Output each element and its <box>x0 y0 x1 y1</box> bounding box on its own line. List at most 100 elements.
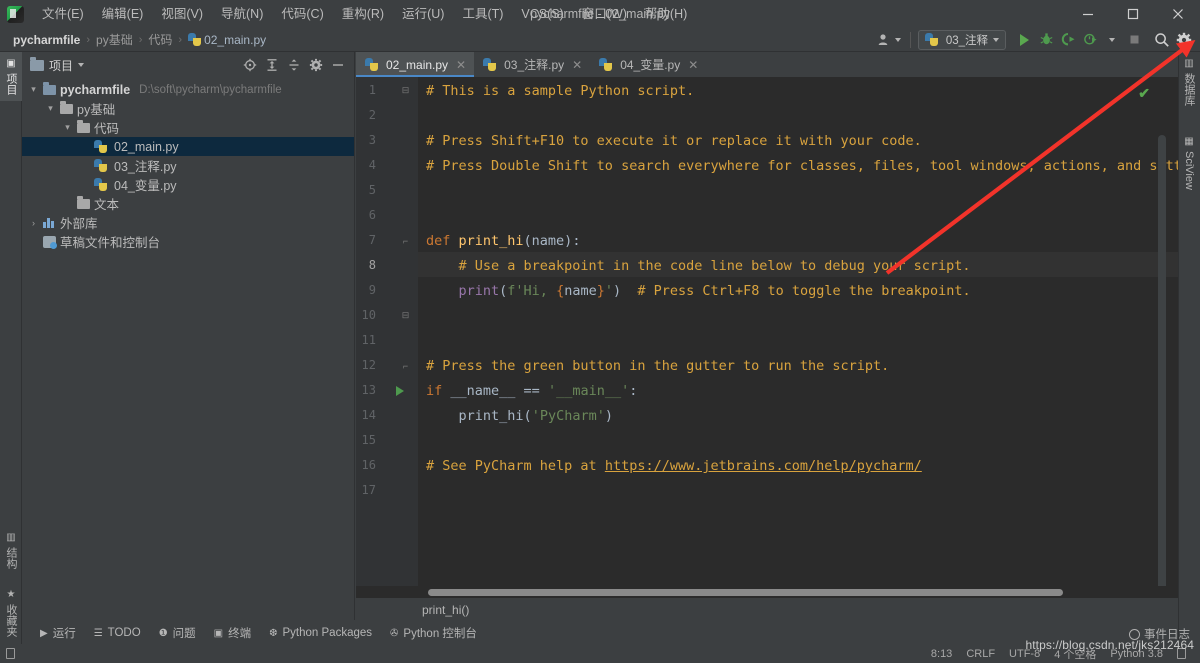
code-line[interactable]: # This is a sample Python script. <box>426 83 694 99</box>
menu-help[interactable]: 帮助(H) <box>636 3 696 25</box>
code-line[interactable]: # Use a breakpoint in the code line belo… <box>426 258 971 274</box>
menu-run[interactable]: 运行(U) <box>393 3 453 25</box>
inspection-status-icon[interactable]: ✔ <box>1138 85 1150 102</box>
tree-node-label: pycharmfile <box>60 83 130 97</box>
sidebar-item-project[interactable]: ▣ 项目 <box>0 52 22 101</box>
code-line[interactable]: print_hi('PyCharm') <box>426 408 613 424</box>
code-line[interactable]: # Press the green button in the gutter t… <box>426 358 889 374</box>
main-toolbar: pycharmfile › py基础 › 代码 › 02_main.py <box>0 28 1200 52</box>
fold-marker-icon[interactable]: ⊟ <box>400 85 411 96</box>
collapse-all-icon[interactable] <box>284 55 304 75</box>
python-interpreter[interactable]: Python 3.8 <box>1110 648 1163 660</box>
run-configuration-selector[interactable]: 03_注释 <box>918 30 1006 50</box>
editor-tab[interactable]: 02_main.py✕ <box>356 52 474 77</box>
breadcrumb-root[interactable]: pycharmfile <box>8 33 85 47</box>
breadcrumb-item-1[interactable]: 代码 <box>143 31 177 48</box>
code-editor[interactable]: 1234567891011121314151617 ⊟ ⌐ ⊟ ⌐ # This… <box>356 77 1178 597</box>
line-number: 8 <box>356 258 376 272</box>
bottom-tool-console[interactable]: ✇Python 控制台 <box>382 623 485 643</box>
editor-tab[interactable]: 03_注释.py✕ <box>474 52 590 77</box>
debug-button[interactable] <box>1036 30 1056 50</box>
lock-icon[interactable] <box>1177 648 1186 659</box>
settings-gear-icon[interactable] <box>1174 30 1194 50</box>
menu-refactor[interactable]: 重构(R) <box>333 3 393 25</box>
menu-navigate[interactable]: 导航(N) <box>212 3 272 25</box>
tree-node[interactable]: 文本 <box>22 194 354 213</box>
search-everywhere-icon[interactable] <box>1152 30 1172 50</box>
chevron-down-icon[interactable]: ▾ <box>28 84 39 95</box>
console-icon: ✇ <box>390 628 398 639</box>
expand-all-icon[interactable] <box>262 55 282 75</box>
menu-vcs[interactable]: VCS(S) <box>512 3 572 25</box>
tree-node[interactable]: ▾py基础 <box>22 99 354 118</box>
bottom-tool-packages[interactable]: ❆Python Packages <box>261 625 380 641</box>
code-line[interactable]: # See PyCharm help at https://www.jetbra… <box>426 458 922 474</box>
panel-settings-gear-icon[interactable] <box>306 55 326 75</box>
tree-node[interactable]: 02_main.py <box>22 137 354 156</box>
code-line[interactable]: def print_hi(name): <box>426 233 580 249</box>
bottom-tool-terminal[interactable]: ▣终端 <box>206 623 259 643</box>
file-encoding[interactable]: UTF-8 <box>1009 648 1040 660</box>
code-line[interactable]: print(f'Hi, {name}') # Press Ctrl+F8 to … <box>426 283 971 299</box>
close-tab-icon[interactable]: ✕ <box>688 58 698 72</box>
indent-setting[interactable]: 4 个空格 <box>1054 646 1096 662</box>
tree-node[interactable]: ▾pycharmfileD:\soft\pycharm\pycharmfile <box>22 80 354 99</box>
sidebar-item-database[interactable]: ▥ 数据库 <box>1178 52 1200 112</box>
code-line[interactable]: if __name__ == '__main__': <box>426 383 637 399</box>
bottom-tool-play[interactable]: ▶运行 <box>32 623 84 643</box>
select-opened-file-icon[interactable] <box>240 55 260 75</box>
breadcrumb-file[interactable]: 02_main.py <box>183 33 271 47</box>
caret-position[interactable]: 8:13 <box>931 648 952 660</box>
layout-toggle-icon[interactable] <box>6 648 15 659</box>
menu-code[interactable]: 代码(C) <box>272 3 332 25</box>
editor-gutter[interactable]: 1234567891011121314151617 ⊟ ⌐ ⊟ ⌐ <box>356 77 418 597</box>
close-icon[interactable] <box>1155 0 1200 28</box>
fold-marker-icon[interactable]: ⌐ <box>400 360 411 371</box>
event-log-button[interactable]: 事件日志 <box>1129 626 1190 642</box>
sciview-icon: ▦ <box>1184 136 1193 147</box>
minimize-icon[interactable] <box>1065 0 1110 28</box>
editor-breadcrumb[interactable]: print_hi() <box>356 600 1178 620</box>
code-content[interactable]: # This is a sample Python script. # Press… <box>418 77 1178 597</box>
bottom-tool-warning[interactable]: ❶问题 <box>151 623 204 643</box>
sidebar-item-structure[interactable]: ▥ 结构 <box>0 526 22 575</box>
bottom-tool-list[interactable]: ☰TODO <box>86 625 149 641</box>
menu-edit[interactable]: 编辑(E) <box>93 3 153 25</box>
breadcrumb-item-0[interactable]: py基础 <box>91 31 138 48</box>
tree-node[interactable]: 03_注释.py <box>22 156 354 175</box>
editor-tab[interactable]: 04_变量.py✕ <box>590 52 706 77</box>
code-line[interactable]: # Press Shift+F10 to execute it or repla… <box>426 133 922 149</box>
run-button[interactable] <box>1014 30 1034 50</box>
project-panel-title: 项目 <box>49 57 73 74</box>
sidebar-item-favorites[interactable]: ★ 收藏夹 <box>0 583 22 643</box>
profile-button[interactable] <box>1080 30 1100 50</box>
menu-tools[interactable]: 工具(T) <box>453 3 512 25</box>
close-tab-icon[interactable]: ✕ <box>456 58 466 72</box>
user-account-icon[interactable] <box>876 30 903 50</box>
hide-panel-icon[interactable] <box>328 55 348 75</box>
chevron-right-icon[interactable]: › <box>28 218 39 228</box>
chevron-down-icon[interactable] <box>78 63 84 67</box>
code-line[interactable]: # Press Double Shift to search everywher… <box>426 158 1178 174</box>
tree-node[interactable]: ›外部库 <box>22 213 354 232</box>
tree-node[interactable]: ▾代码 <box>22 118 354 137</box>
fold-marker-icon[interactable]: ⊟ <box>400 310 411 321</box>
chevron-down-icon[interactable]: ▾ <box>45 103 56 114</box>
editor-horizontal-scrollbar-track[interactable] <box>356 586 1178 598</box>
editor-horizontal-scrollbar-thumb[interactable] <box>428 589 1063 596</box>
run-gutter-icon[interactable] <box>396 386 404 396</box>
line-separator[interactable]: CRLF <box>966 648 995 660</box>
editor-vertical-scrollbar[interactable] <box>1158 135 1166 597</box>
tree-node[interactable]: 04_变量.py <box>22 175 354 194</box>
menu-view[interactable]: 视图(V) <box>152 3 212 25</box>
run-with-coverage-button[interactable] <box>1058 30 1078 50</box>
chevron-down-icon[interactable]: ▾ <box>62 122 73 133</box>
close-tab-icon[interactable]: ✕ <box>572 58 582 72</box>
maximize-icon[interactable] <box>1110 0 1155 28</box>
sidebar-item-sciview[interactable]: ▦ SciView <box>1178 130 1200 196</box>
fold-marker-icon[interactable]: ⌐ <box>400 235 411 246</box>
menu-file[interactable]: 文件(E) <box>33 3 93 25</box>
tree-node[interactable]: 草稿文件和控制台 <box>22 232 354 251</box>
chevron-down-icon[interactable] <box>1102 30 1122 50</box>
menu-window[interactable]: 窗口(W) <box>573 3 636 25</box>
